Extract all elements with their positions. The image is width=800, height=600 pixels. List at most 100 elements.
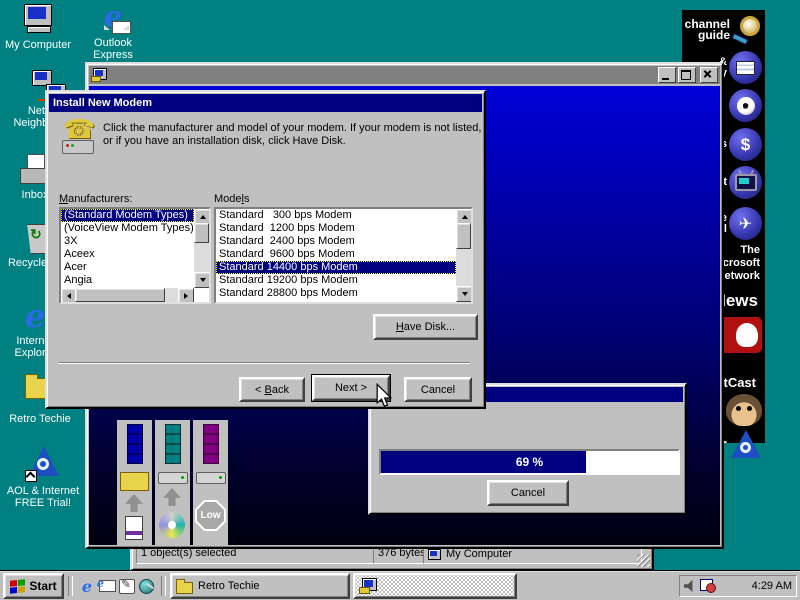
progress-percent-label: 69 % (381, 451, 678, 473)
desktop-icon-my-computer[interactable]: My Computer (4, 4, 72, 51)
setup-window-titlebar[interactable] (89, 66, 720, 84)
quicklaunch-view-channels-icon[interactable] (137, 577, 157, 595)
back-label: < Back (255, 384, 289, 396)
scroll-down-button[interactable] (456, 286, 473, 302)
dialog-cancel-button[interactable]: Cancel (404, 377, 472, 402)
manufacturers-hscrollbar[interactable] (61, 288, 194, 302)
task-button-retro-techie[interactable]: Retro Techie (170, 573, 350, 599)
close-button[interactable] (700, 67, 718, 83)
list-item[interactable]: Standard 19200 bps Modem (216, 274, 456, 287)
have-disk-button[interactable]: Have Disk... (373, 314, 478, 340)
document-icon (125, 516, 143, 540)
list-item[interactable]: Standard 300 bps Modem (216, 209, 456, 222)
manufacturers-vscrollbar[interactable] (194, 209, 209, 288)
desktop: My Computer e Outlook Express Network Ne… (0, 0, 800, 600)
models-vscrollbar[interactable] (456, 209, 471, 302)
quicklaunch-ie-icon[interactable]: e (77, 577, 97, 596)
maximize-button[interactable] (678, 67, 696, 83)
segment-bar-purple (203, 424, 219, 464)
pointcast-label: tCast (723, 375, 756, 390)
progress-bar: 69 % (379, 449, 680, 475)
system-tray: 4:29 AM (679, 575, 797, 597)
mouse-cursor (372, 383, 396, 409)
scroll-right-button[interactable] (178, 288, 194, 304)
models-listbox[interactable]: Standard 300 bps Modem Standard 1200 bps… (214, 207, 473, 304)
next-label: Next > (335, 382, 367, 394)
modem-dialog-instruction: Click the manufacturer and model of your… (103, 122, 485, 148)
list-item[interactable]: Angia (61, 274, 194, 287)
back-button[interactable]: < Back (239, 377, 305, 402)
soccer-ball-icon (729, 89, 762, 122)
up-arrow-icon (125, 494, 143, 512)
progress-cancel-label: Cancel (511, 487, 545, 499)
list-item[interactable]: Standard 1200 bps Modem (216, 222, 456, 235)
install-graphic: Low (117, 420, 228, 546)
list-item[interactable]: (VoiceView Modem Types) (61, 222, 194, 235)
aol-logo (730, 430, 762, 460)
magnifier-icon (732, 15, 762, 45)
list-item[interactable]: Standard 9600 bps Modem (216, 248, 456, 261)
segment-bar-teal (165, 424, 181, 464)
channel-guide-label: channel guide (685, 19, 730, 41)
separator (161, 576, 166, 596)
newspaper-icon (729, 51, 762, 84)
modem-icon (158, 472, 188, 484)
resize-grip[interactable] (637, 554, 650, 567)
install-new-modem-dialog: Install New Modem ☎ Click the manufactur… (45, 90, 486, 409)
list-item[interactable]: 3X (61, 235, 194, 248)
list-item[interactable]: Standard 2400 bps Modem (216, 235, 456, 248)
low-sign-label: Low (201, 510, 221, 521)
graphic-tile-target: Low (193, 420, 228, 546)
statusbar-zone-text: My Computer (446, 547, 512, 562)
airplane-icon: ✈ (729, 207, 762, 240)
volume-icon[interactable] (684, 580, 697, 592)
scroll-down-button[interactable] (194, 272, 211, 288)
minimize-button[interactable] (658, 67, 676, 83)
dialog-cancel-label: Cancel (421, 384, 455, 396)
folder-icon (176, 579, 194, 593)
tv-icon (729, 166, 762, 199)
scroll-thumb[interactable] (75, 288, 165, 302)
taskbar: Start e e ✎ Retro Techie (0, 571, 800, 600)
modem-wizard-icon (91, 68, 107, 82)
icon-label: Retro Techie (0, 413, 80, 425)
scroll-thumb[interactable] (456, 223, 471, 249)
icon-label: My Computer (4, 39, 72, 51)
manufacturers-label: Manufacturers: (59, 193, 132, 205)
separator (59, 362, 470, 364)
scroll-thumb[interactable] (194, 223, 209, 243)
quicklaunch-outlook-icon[interactable]: e (97, 577, 117, 595)
desktop-icon-outlook-express[interactable]: e Outlook Express (82, 2, 144, 61)
cd-disc-icon (159, 512, 185, 538)
outlook-express-icon: e (95, 2, 131, 34)
modem-dialog-titlebar[interactable]: Install New Modem (49, 94, 482, 112)
folder-icon (120, 472, 149, 491)
clock[interactable]: 4:29 AM (752, 580, 792, 592)
start-button[interactable]: Start (3, 573, 64, 599)
channel-guide-logo[interactable]: channel guide (682, 15, 765, 45)
segment-bar-blue (127, 424, 143, 464)
windows-flag-icon (10, 579, 25, 594)
icon-label: AOL & Internet FREE Trial! (0, 485, 86, 509)
my-computer-icon (20, 4, 56, 36)
manufacturers-listbox[interactable]: (Standard Modem Types) (VoiceView Modem … (59, 207, 211, 304)
list-item[interactable]: (Standard Modem Types) (61, 209, 194, 222)
graphic-tile-transfer (155, 420, 190, 546)
models-label: Models (214, 193, 249, 205)
modem-icon (196, 472, 226, 484)
list-item[interactable]: Acer (61, 261, 194, 274)
aol-icon (25, 444, 61, 482)
list-item[interactable]: Aceex (61, 248, 194, 261)
task-button-modem-wizard[interactable] (353, 573, 517, 599)
dollar-icon: $ (729, 128, 762, 161)
list-item-selected[interactable]: Standard 14400 bps Modem (216, 261, 456, 274)
have-disk-label: Have Disk... (396, 321, 455, 333)
progress-cancel-button[interactable]: Cancel (487, 480, 569, 506)
quicklaunch-show-desktop-icon[interactable]: ✎ (117, 577, 137, 595)
list-item[interactable]: Standard 28800 bps Modem (216, 287, 456, 300)
separator (68, 576, 73, 596)
desktop-icon-aol-free-trial[interactable]: AOL & Internet FREE Trial! (0, 444, 86, 509)
up-arrow-icon (163, 488, 181, 506)
icon-label: Outlook Express (82, 37, 144, 61)
scheduler-icon[interactable] (700, 579, 716, 593)
